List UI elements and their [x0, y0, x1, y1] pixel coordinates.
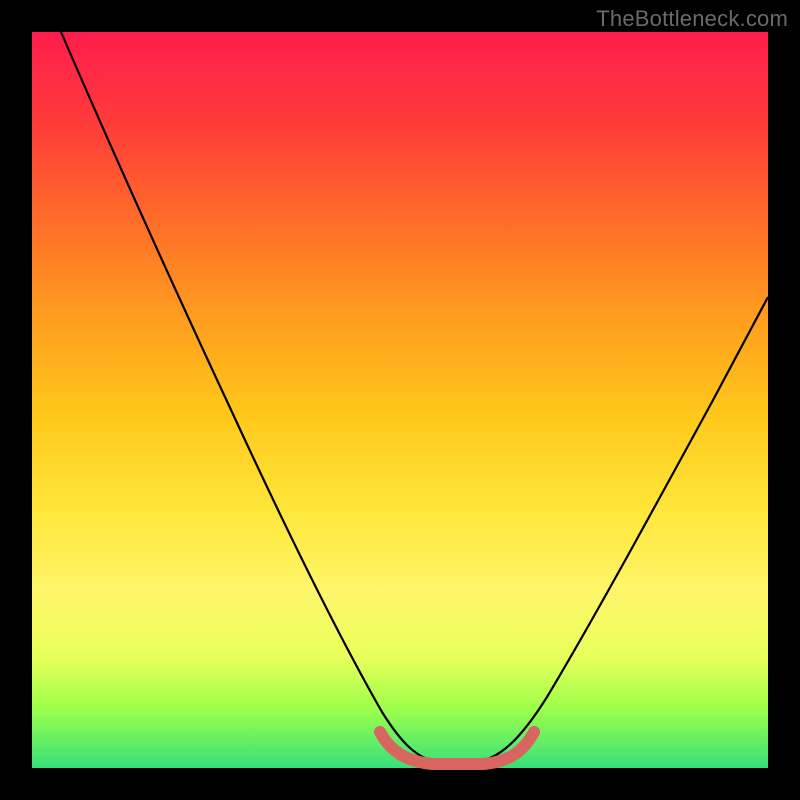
chart-frame: TheBottleneck.com [0, 0, 800, 800]
chart-svg [32, 32, 768, 768]
bottleneck-curve [61, 32, 768, 762]
watermark-text: TheBottleneck.com [596, 6, 788, 32]
optimal-range-marker [380, 732, 534, 764]
